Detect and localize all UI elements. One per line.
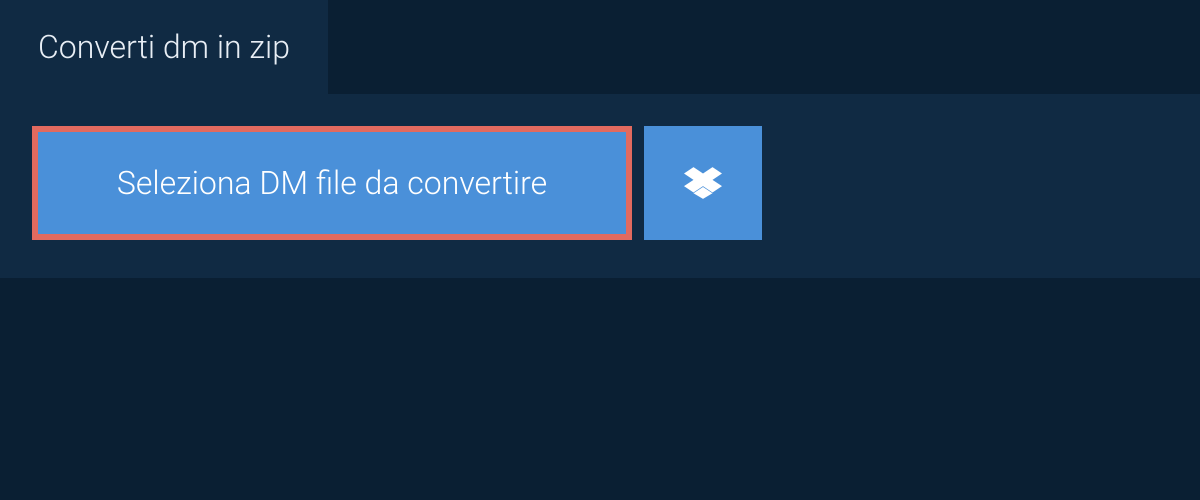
- button-row: Seleziona DM file da convertire: [32, 126, 1168, 240]
- tab-label: Converti dm in zip: [38, 28, 290, 66]
- dropbox-button[interactable]: [644, 126, 762, 240]
- dropbox-icon: [684, 164, 722, 202]
- tab-bar: Converti dm in zip: [0, 0, 1200, 94]
- select-file-button[interactable]: Seleziona DM file da convertire: [32, 126, 632, 240]
- select-file-label: Seleziona DM file da convertire: [117, 164, 547, 202]
- tab-convert[interactable]: Converti dm in zip: [0, 0, 328, 94]
- conversion-panel: Seleziona DM file da convertire: [0, 94, 1200, 278]
